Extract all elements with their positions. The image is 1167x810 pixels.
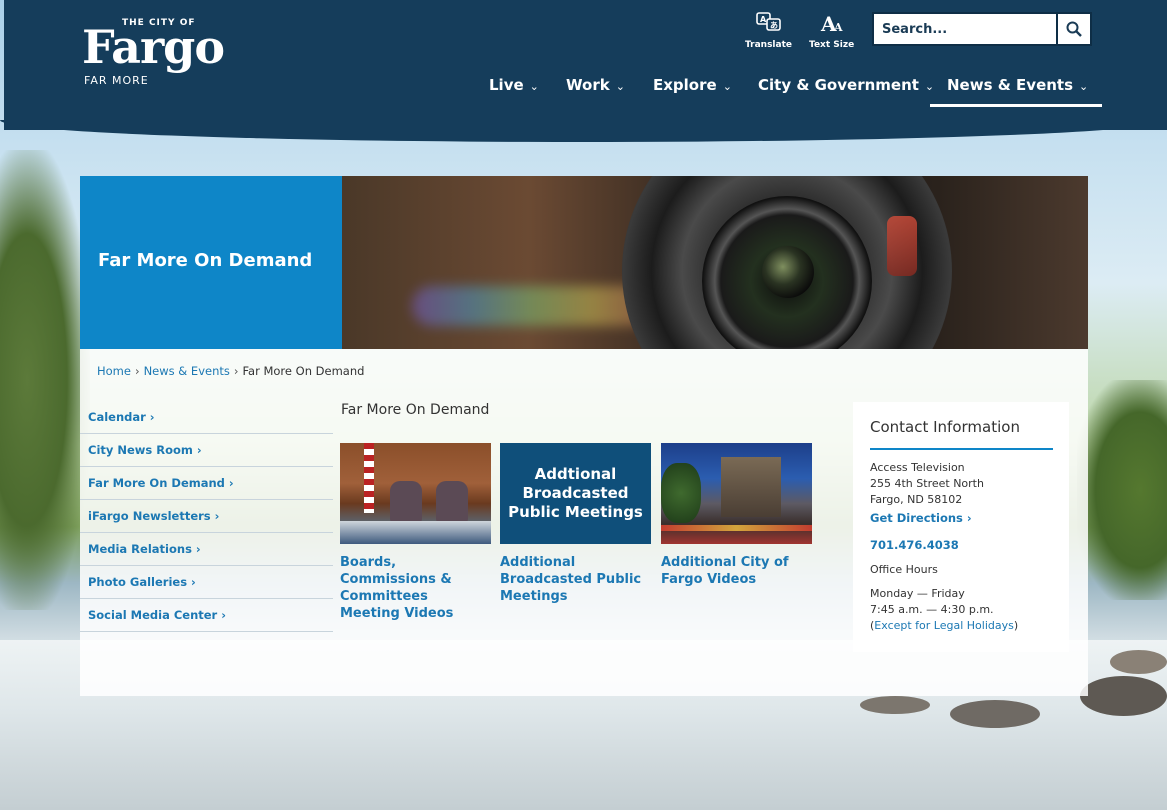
svg-text:A: A xyxy=(760,15,767,24)
sidebar-item-far-more-on-demand[interactable]: Far More On Demand › xyxy=(80,467,333,500)
search-icon xyxy=(1066,21,1082,37)
breadcrumb-current: Far More On Demand xyxy=(242,364,365,378)
card-image-broadcast-text: Addtional Broadcasted Public Meetings xyxy=(500,443,651,544)
card-additional-broadcasted-meetings[interactable]: Addtional Broadcasted Public Meetings Ad… xyxy=(500,443,652,605)
office-hours-label: Office Hours xyxy=(870,563,938,576)
nav-city-government[interactable]: City & Government ⌄ xyxy=(758,72,934,98)
holiday-note: (Except for Legal Holidays) xyxy=(870,619,1019,632)
sidebar-item-ifargo-newsletters[interactable]: iFargo Newsletters › xyxy=(80,500,333,533)
breadcrumb-news-events[interactable]: News & Events xyxy=(144,364,230,378)
contact-org: Access Television xyxy=(870,461,965,474)
text-size-label: Text Size xyxy=(809,40,855,50)
search-box xyxy=(872,12,1092,46)
legal-holidays-link[interactable]: Except for Legal Holidays xyxy=(874,619,1014,632)
background-rock xyxy=(950,700,1040,728)
card-label: Additional Broadcasted Public Meetings xyxy=(500,555,642,604)
contact-information-box: Contact Information Access Television 25… xyxy=(853,402,1069,652)
fargo-logo[interactable]: THE CITY OF Fargo FAR MORE xyxy=(82,18,232,94)
text-size-icon: AA xyxy=(809,12,854,40)
text-size-button[interactable]: AA Text Size xyxy=(809,12,854,50)
card-image-council-chambers xyxy=(340,443,491,544)
background-rock xyxy=(1110,650,1167,674)
svg-text:A: A xyxy=(833,21,843,34)
breadcrumb-home[interactable]: Home xyxy=(97,364,131,378)
site-header: THE CITY OF Fargo FAR MORE Aあ Translate … xyxy=(4,0,1167,130)
office-hours: 7:45 a.m. — 4:30 p.m. xyxy=(870,603,994,616)
content-panel: Far More On Demand Home › News & Events › Fa… xyxy=(80,176,1088,696)
sidebar-item-city-news-room[interactable]: City News Room › xyxy=(80,434,333,467)
chevron-down-icon: ⌄ xyxy=(615,80,625,93)
hero-banner: Far More On Demand xyxy=(80,176,342,349)
card-image-downtown-night xyxy=(661,443,812,544)
translate-button[interactable]: Aあ Translate xyxy=(745,12,792,50)
section-heading: Far More On Demand xyxy=(341,402,490,418)
office-days: Monday — Friday xyxy=(870,587,965,600)
background-rock xyxy=(860,696,930,714)
sidebar-item-social-media-center[interactable]: Social Media Center › xyxy=(80,599,333,632)
nav-news-events[interactable]: News & Events ⌄ xyxy=(930,72,1103,107)
card-image-text: Addtional Broadcasted Public Meetings xyxy=(508,465,643,521)
phone-link[interactable]: 701.476.4038 xyxy=(870,537,1018,554)
contact-body: Access Television 255 4th Street North F… xyxy=(870,460,1018,634)
logo-wordmark: Fargo xyxy=(82,20,225,74)
contact-city: Fargo, ND 58102 xyxy=(870,493,963,506)
chevron-down-icon: ⌄ xyxy=(1079,80,1089,93)
sidebar-item-calendar[interactable]: Calendar › xyxy=(80,401,333,434)
svg-text:あ: あ xyxy=(770,21,778,30)
translate-label: Translate xyxy=(745,40,792,50)
contact-street: 255 4th Street North xyxy=(870,477,984,490)
side-navigation: Calendar › City News Room › Far More On … xyxy=(80,401,333,632)
sidebar-item-media-relations[interactable]: Media Relations › xyxy=(80,533,333,566)
card-label: Additional City of Fargo Videos xyxy=(661,555,789,587)
contact-divider xyxy=(870,448,1053,450)
breadcrumb: Home › News & Events › Far More On Demand xyxy=(97,364,365,378)
contact-heading: Contact Information xyxy=(870,418,1020,436)
translate-icon: Aあ xyxy=(745,12,792,40)
hero-camera-image xyxy=(342,176,1088,349)
page-title: Far More On Demand xyxy=(98,250,313,271)
nav-live[interactable]: Live ⌄ xyxy=(489,72,539,98)
card-city-of-fargo-videos[interactable]: Additional City of Fargo Videos xyxy=(661,443,813,588)
card-label: Boards, Commissions & Committees Meeting… xyxy=(340,555,454,621)
search-input[interactable] xyxy=(874,14,1054,44)
chevron-down-icon: ⌄ xyxy=(529,80,539,93)
nav-work[interactable]: Work ⌄ xyxy=(566,72,625,98)
search-button[interactable] xyxy=(1056,14,1090,44)
get-directions-link[interactable]: Get Directions › xyxy=(870,510,1018,527)
background-trees-right xyxy=(1077,380,1167,600)
nav-explore[interactable]: Explore ⌄ xyxy=(653,72,732,98)
logo-tagline-bottom: FAR MORE xyxy=(84,74,149,87)
sidebar-item-photo-galleries[interactable]: Photo Galleries › xyxy=(80,566,333,599)
card-boards-commissions[interactable]: Boards, Commissions & Committees Meeting… xyxy=(340,443,492,622)
chevron-down-icon: ⌄ xyxy=(722,80,732,93)
background-rock xyxy=(1080,676,1167,716)
background-trees-left xyxy=(0,150,90,610)
